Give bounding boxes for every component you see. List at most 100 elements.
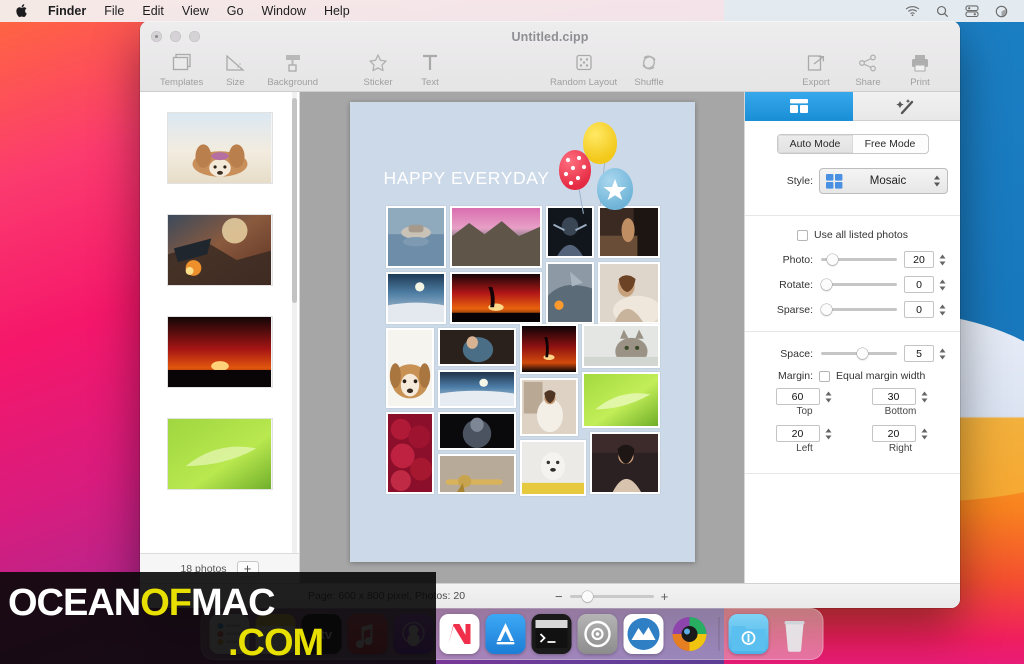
margin-left-input[interactable]: 20 [775,425,820,442]
collage-cell[interactable] [437,412,516,450]
margin-left-stepper[interactable] [823,425,834,442]
dock-item-blue-mountain-app[interactable] [623,614,664,654]
zoom-slider[interactable] [569,590,654,602]
margin-fields: 60 Top 30 Bottom 20 Left 20 Right [757,388,948,460]
canvas-area[interactable]: HAPPY EVERYDAY [300,92,744,583]
photo-slider[interactable] [821,253,897,265]
mode-segmented-control[interactable]: Auto Mode Free Mode [776,134,929,154]
toolbar-shuffle-button[interactable]: Shuffle [623,51,675,88]
toolbar-templates-button[interactable]: Templates [154,51,209,88]
dock-item-system-preferences[interactable] [577,614,618,654]
auto-mode-button[interactable]: Auto Mode [777,135,853,153]
blue-star-balloon-sticker[interactable] [596,168,633,210]
list-item[interactable] [166,214,273,286]
collage-cell[interactable] [437,370,516,408]
collage-cell[interactable] [519,378,578,436]
export-icon [805,51,827,75]
toolbar-size-button[interactable]: Size [209,51,261,88]
collage-cell[interactable] [519,324,578,374]
photo-list-scroll[interactable] [140,92,299,553]
page-title-text[interactable]: HAPPY EVERYDAY [384,168,550,189]
space-slider[interactable] [821,347,897,359]
collage-cell[interactable] [437,328,516,366]
menu-item-go[interactable]: Go [218,4,253,18]
sparse-stepper[interactable] [937,301,948,318]
collage-cell[interactable] [597,206,660,258]
zoom-control[interactable]: − + [555,590,668,603]
sparse-value[interactable]: 0 [904,301,934,318]
photo-interior-model [599,208,658,256]
photo-value[interactable]: 20 [904,251,934,268]
menu-item-help[interactable]: Help [315,4,359,18]
menu-item-finder[interactable]: Finder [39,4,95,18]
use-all-photos-checkbox[interactable] [797,229,809,241]
list-item[interactable] [166,316,273,388]
menu-item-view[interactable]: View [173,4,218,18]
toolbar-share-button[interactable]: Share [842,51,894,88]
margin-bottom-stepper[interactable] [919,388,930,405]
margin-bottom-input[interactable]: 30 [871,388,916,405]
red-polka-balloon-sticker[interactable] [558,150,591,190]
collage-cell[interactable] [385,412,434,494]
collage-cell[interactable] [385,328,434,408]
zoom-out-button[interactable]: − [555,590,563,603]
toolbar-text-button[interactable]: Text [404,51,456,88]
toolbar-export-button[interactable]: Export [790,51,842,88]
space-stepper[interactable] [937,345,948,362]
collage-cell[interactable] [385,206,446,268]
collage-cell[interactable] [437,454,516,494]
collage-cell[interactable] [449,206,542,268]
equal-margin-checkbox[interactable] [819,370,830,382]
rotate-slider[interactable] [821,278,897,290]
dock-item-news[interactable] [439,614,480,654]
zoom-in-button[interactable]: + [661,590,669,603]
margin-top-stepper[interactable] [823,388,834,405]
dock-item-collage-app[interactable] [670,614,710,654]
toolbar-sticker-button[interactable]: Sticker [352,51,404,88]
list-item[interactable] [166,418,273,490]
collage-cell[interactable] [519,440,586,496]
photo-stepper[interactable] [937,251,948,268]
control-center-icon[interactable] [957,5,987,17]
tab-layout[interactable] [745,92,853,121]
photo-list-scrollbar-thumb[interactable] [292,98,297,303]
tab-effects[interactable] [852,92,960,121]
list-item[interactable] [166,112,273,184]
collage-cell[interactable] [581,372,660,428]
wifi-icon[interactable] [897,5,928,17]
collage-cell[interactable] [545,206,594,258]
space-value[interactable]: 5 [904,345,934,362]
toolbar-print-button[interactable]: Print [894,51,946,88]
margin-top-input[interactable]: 60 [775,388,820,405]
apple-menu-icon[interactable] [8,3,39,20]
collage-page[interactable]: HAPPY EVERYDAY [349,102,695,562]
menu-item-window[interactable]: Window [252,4,314,18]
dock-item-app-store[interactable] [485,614,526,654]
use-all-photos-row[interactable]: Use all listed photos [757,229,948,241]
dock-item-downloads-folder[interactable] [728,614,769,654]
collage-cell[interactable] [581,324,660,368]
margin-right-stepper[interactable] [919,425,930,442]
style-dropdown[interactable]: Mosaic [819,168,948,194]
toolbar-background-label: Background [267,77,319,88]
toolbar-background-button[interactable]: Background [261,51,324,88]
menu-item-file[interactable]: File [95,4,133,18]
collage-cell[interactable] [545,262,594,324]
siri-icon[interactable] [987,5,1016,18]
rotate-stepper[interactable] [937,276,948,293]
dock-item-terminal[interactable] [531,614,572,654]
margin-right-input[interactable]: 20 [871,425,916,442]
sparse-slider[interactable] [821,303,897,315]
dock-item-trash[interactable] [775,614,815,654]
search-icon[interactable] [928,5,957,18]
rotate-value[interactable]: 0 [904,276,934,293]
collage-cell[interactable] [449,272,542,324]
margin-left-caption: Left [796,443,813,454]
zoom-slider-knob[interactable] [581,590,593,602]
collage-cell[interactable] [597,262,662,326]
free-mode-button[interactable]: Free Mode [853,135,928,153]
collage-cell[interactable] [589,432,660,494]
collage-cell[interactable] [385,272,446,324]
menu-item-edit[interactable]: Edit [133,4,173,18]
toolbar-random-layout-button[interactable]: Random Layout [544,51,623,88]
